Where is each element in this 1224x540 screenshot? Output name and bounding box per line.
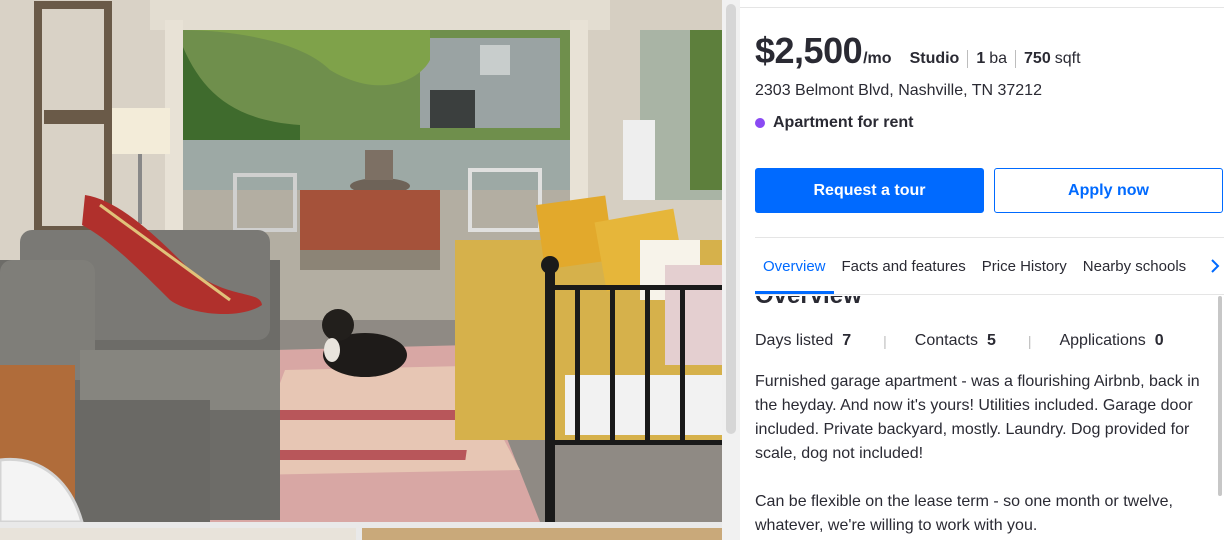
- listing-description: Furnished garage apartment - was a flour…: [755, 370, 1215, 538]
- stat-applications: Applications 0: [1059, 332, 1163, 350]
- stat-label: Contacts: [914, 332, 978, 349]
- status-label: Apartment for rent: [773, 114, 914, 131]
- stat-label: Days listed: [755, 332, 834, 349]
- stat-separator: |: [883, 333, 887, 349]
- tab-overview[interactable]: Overview: [755, 238, 834, 294]
- chevron-right-icon[interactable]: [1206, 238, 1224, 294]
- tab-price-history[interactable]: Price History: [974, 238, 1075, 294]
- tab-nearby-schools[interactable]: Nearby schools: [1075, 238, 1194, 294]
- description-paragraph: Can be flexible on the lease term - so o…: [755, 493, 1173, 534]
- description-paragraph: Furnished garage apartment - was a flour…: [755, 373, 1200, 462]
- listing-photo-thumbnail[interactable]: [0, 528, 356, 540]
- listing-photo-thumbnail[interactable]: [362, 528, 722, 540]
- tab-facts-and-features[interactable]: Facts and features: [834, 238, 974, 294]
- stat-separator: |: [1027, 333, 1032, 349]
- area-fact: 750 sqft: [1015, 50, 1081, 68]
- stat-contacts: Contacts 5: [915, 332, 996, 350]
- photo-scrollbar[interactable]: [722, 0, 740, 540]
- area-value: 750: [1024, 50, 1051, 67]
- beds-value: Studio: [909, 50, 960, 67]
- listing-stats: Days listed 7 | Contacts 5 | Application…: [755, 332, 1195, 350]
- request-tour-button[interactable]: Request a tour: [755, 168, 984, 213]
- main-listing-photo[interactable]: [0, 0, 722, 522]
- photo-gallery: [0, 0, 740, 540]
- beds-fact: Studio: [910, 50, 960, 68]
- stat-label: Applications: [1059, 332, 1146, 349]
- status-dot-icon: [755, 118, 765, 128]
- garage-room-illustration: [0, 0, 722, 522]
- stat-value: 7: [842, 332, 852, 349]
- details-scrollbar[interactable]: [1218, 296, 1224, 540]
- stat-days-listed: Days listed 7: [755, 332, 851, 350]
- listing-details-panel: $2,500 /mo Studio 1 ba 750 sqft 2303 Belmo…: [740, 0, 1224, 540]
- summary-row: $2,500 /mo Studio 1 ba 750 sqft: [755, 30, 1081, 72]
- stat-value: 0: [1154, 332, 1164, 349]
- baths-unit: ba: [989, 50, 1008, 67]
- listing-status: Apartment for rent: [755, 114, 913, 132]
- stat-value: 5: [986, 332, 996, 349]
- area-unit: sqft: [1054, 50, 1081, 67]
- scrollbar-thumb[interactable]: [1218, 296, 1222, 496]
- scrollbar-thumb[interactable]: [726, 4, 736, 434]
- divider: [740, 0, 1224, 8]
- apply-now-button[interactable]: Apply now: [994, 168, 1223, 213]
- section-tabs: Overview Facts and features Price Histor…: [755, 237, 1224, 295]
- baths-fact: 1 ba: [967, 50, 1007, 68]
- price-suffix: /mo: [863, 50, 892, 67]
- price: $2,500: [755, 30, 863, 71]
- address: 2303 Belmont Blvd, Nashville, TN 37212: [755, 82, 1042, 99]
- baths-value: 1: [976, 50, 986, 67]
